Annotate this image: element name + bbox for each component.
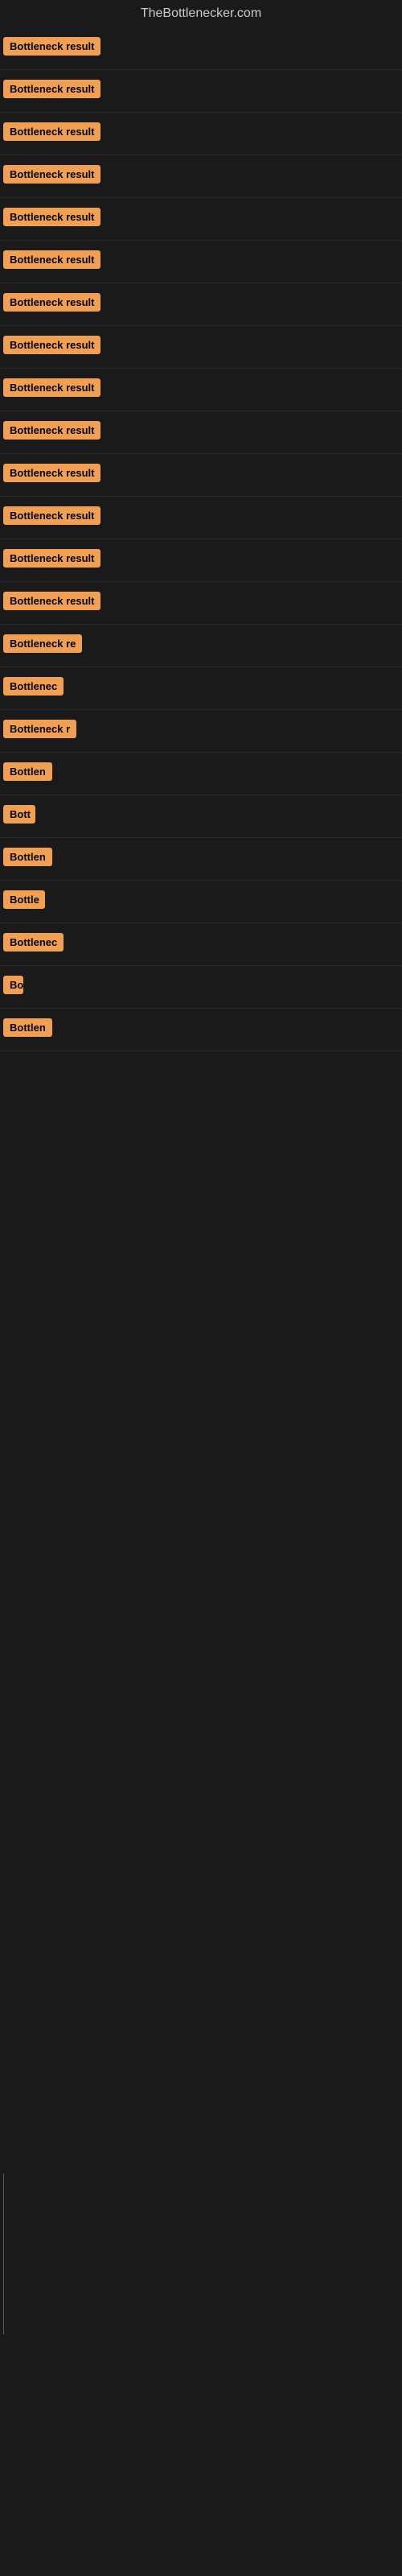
bottleneck-badge-14[interactable]: Bottleneck result bbox=[3, 592, 100, 610]
result-row-14: Bottleneck result bbox=[0, 582, 402, 625]
bottleneck-badge-6[interactable]: Bottleneck result bbox=[3, 250, 100, 269]
bottleneck-badge-18[interactable]: Bottlen bbox=[3, 762, 52, 781]
bottleneck-badge-12[interactable]: Bottleneck result bbox=[3, 506, 100, 525]
result-row-15: Bottleneck re bbox=[0, 625, 402, 667]
bottleneck-badge-5[interactable]: Bottleneck result bbox=[3, 208, 100, 226]
result-row-8: Bottleneck result bbox=[0, 326, 402, 369]
result-row-6: Bottleneck result bbox=[0, 241, 402, 283]
result-row-23: Bo bbox=[0, 966, 402, 1009]
bottleneck-badge-9[interactable]: Bottleneck result bbox=[3, 378, 100, 397]
site-title: TheBottlenecker.com bbox=[0, 0, 402, 27]
bottleneck-badge-2[interactable]: Bottleneck result bbox=[3, 80, 100, 98]
result-row-2: Bottleneck result bbox=[0, 70, 402, 113]
bottleneck-badge-22[interactable]: Bottlenec bbox=[3, 933, 64, 952]
bottleneck-badge-11[interactable]: Bottleneck result bbox=[3, 464, 100, 482]
result-row-16: Bottlenec bbox=[0, 667, 402, 710]
bottleneck-badge-15[interactable]: Bottleneck re bbox=[3, 634, 82, 653]
result-row-5: Bottleneck result bbox=[0, 198, 402, 241]
result-row-7: Bottleneck result bbox=[0, 283, 402, 326]
result-row-22: Bottlenec bbox=[0, 923, 402, 966]
result-row-1: Bottleneck result bbox=[0, 27, 402, 70]
result-row-12: Bottleneck result bbox=[0, 497, 402, 539]
bottleneck-badge-24[interactable]: Bottlen bbox=[3, 1018, 52, 1037]
result-row-10: Bottleneck result bbox=[0, 411, 402, 454]
result-row-17: Bottleneck r bbox=[0, 710, 402, 753]
results-container: Bottleneck result Bottleneck result Bottle… bbox=[0, 27, 402, 1051]
bottleneck-badge-16[interactable]: Bottlenec bbox=[3, 677, 64, 696]
bottleneck-badge-1[interactable]: Bottleneck result bbox=[3, 37, 100, 56]
bottleneck-badge-4[interactable]: Bottleneck result bbox=[3, 165, 100, 184]
result-row-21: Bottle bbox=[0, 881, 402, 923]
bottleneck-badge-10[interactable]: Bottleneck result bbox=[3, 421, 100, 440]
bottleneck-badge-13[interactable]: Bottleneck result bbox=[3, 549, 100, 568]
bottleneck-badge-23[interactable]: Bo bbox=[3, 976, 23, 994]
result-row-9: Bottleneck result bbox=[0, 369, 402, 411]
bottleneck-badge-20[interactable]: Bottlen bbox=[3, 848, 52, 866]
result-row-18: Bottlen bbox=[0, 753, 402, 795]
result-row-24: Bottlen bbox=[0, 1009, 402, 1051]
bottleneck-badge-19[interactable]: Bott bbox=[3, 805, 35, 824]
result-row-13: Bottleneck result bbox=[0, 539, 402, 582]
bottleneck-badge-3[interactable]: Bottleneck result bbox=[3, 122, 100, 141]
result-row-4: Bottleneck result bbox=[0, 155, 402, 198]
result-row-11: Bottleneck result bbox=[0, 454, 402, 497]
result-row-3: Bottleneck result bbox=[0, 113, 402, 155]
vertical-line bbox=[3, 2174, 4, 2334]
bottleneck-badge-7[interactable]: Bottleneck result bbox=[3, 293, 100, 312]
bottleneck-badge-8[interactable]: Bottleneck result bbox=[3, 336, 100, 354]
bottleneck-badge-21[interactable]: Bottle bbox=[3, 890, 45, 909]
bottleneck-badge-17[interactable]: Bottleneck r bbox=[3, 720, 76, 738]
result-row-19: Bott bbox=[0, 795, 402, 838]
result-row-20: Bottlen bbox=[0, 838, 402, 881]
